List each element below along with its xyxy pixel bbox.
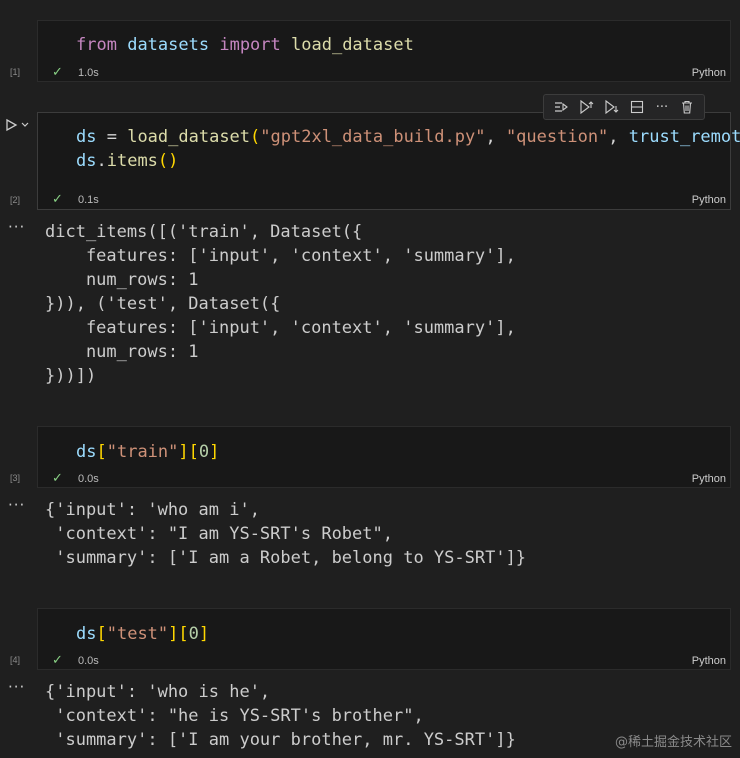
- code-token: "gpt2xl_data_build.py": [260, 127, 486, 147]
- cell-4-code[interactable]: ds["test"][0]: [76, 622, 209, 646]
- code-token: ds: [76, 151, 97, 171]
- output-line: 'summary': ['I am your brother, mr. YS-S…: [45, 730, 516, 750]
- output-line: })), ('test', Dataset({: [45, 294, 281, 314]
- code-token: trust_remote_: [628, 127, 740, 147]
- code-token: 0: [188, 624, 199, 644]
- code-token: from: [76, 35, 117, 55]
- code-line[interactable]: ds = load_dataset("gpt2xl_data_build.py"…: [76, 125, 740, 149]
- output-line: {'input': 'who am i',: [45, 500, 260, 520]
- execution-count: [3]: [10, 473, 21, 483]
- split-cell-icon[interactable]: [627, 97, 647, 117]
- code-token: ds: [76, 127, 97, 147]
- code-line[interactable]: from datasets import load_dataset: [76, 33, 414, 57]
- output-line: 'summary': ['I am a Robet, belong to YS-…: [45, 548, 527, 568]
- output-line: {'input': 'who is he',: [45, 682, 271, 702]
- code-token: import: [219, 35, 281, 55]
- language-label[interactable]: Python: [692, 655, 726, 667]
- output-line: num_rows: 1: [45, 342, 199, 362]
- execution-count: [4]: [10, 655, 21, 665]
- code-token: ]: [209, 442, 220, 462]
- chevron-down-icon[interactable]: [20, 120, 30, 130]
- code-token: [: [178, 624, 189, 644]
- play-icon[interactable]: [4, 118, 18, 132]
- output-menu-icon[interactable]: ···: [8, 218, 25, 236]
- output-line: features: ['input', 'context', 'summary'…: [45, 246, 516, 266]
- language-label[interactable]: Python: [692, 67, 726, 79]
- cell-4-output: {'input': 'who is he', 'context': "he is…: [45, 680, 516, 752]
- language-label[interactable]: Python: [692, 194, 726, 206]
- cell-toolbar: ···: [543, 94, 705, 120]
- cell-1-code[interactable]: from datasets import load_dataset: [76, 33, 414, 57]
- code-token: ]: [198, 624, 210, 644]
- code-token: (: [250, 127, 261, 147]
- code-token: "train": [106, 442, 179, 462]
- delete-cell-icon[interactable]: [677, 97, 697, 117]
- success-check-icon: ✓: [52, 192, 63, 207]
- execution-time: 0.1s: [78, 194, 99, 206]
- output-menu-icon[interactable]: ···: [8, 496, 25, 514]
- code-token: "question": [505, 127, 609, 147]
- code-token: (): [157, 151, 179, 171]
- execution-time: 0.0s: [78, 655, 99, 667]
- code-token: datasets: [127, 35, 210, 55]
- code-cell-4[interactable]: ds["test"][0] ✓ 0.0s Python: [37, 608, 731, 670]
- code-token: load_dataset: [291, 35, 414, 55]
- code-cell-1[interactable]: from datasets import load_dataset ✓ 1.0s…: [37, 20, 731, 82]
- code-token: ds: [76, 624, 97, 644]
- success-check-icon: ✓: [52, 65, 63, 80]
- cell-2-output: dict_items([('train', Dataset({ features…: [45, 220, 516, 388]
- watermark: @稀土掘金技术社区: [614, 735, 732, 750]
- code-token: 0: [198, 442, 210, 462]
- success-check-icon: ✓: [52, 653, 63, 668]
- code-token: [: [188, 442, 199, 462]
- code-token: load_dataset: [127, 127, 251, 147]
- cell-2-code[interactable]: ds = load_dataset("gpt2xl_data_build.py"…: [76, 125, 740, 173]
- run-cell-button[interactable]: [4, 117, 34, 133]
- execute-above-icon[interactable]: [576, 97, 596, 117]
- code-token: ]: [168, 624, 179, 644]
- output-line: dict_items([('train', Dataset({: [45, 222, 363, 242]
- execute-below-icon[interactable]: [601, 97, 621, 117]
- output-line: num_rows: 1: [45, 270, 199, 290]
- code-cell-2[interactable]: ds = load_dataset("gpt2xl_data_build.py"…: [37, 112, 740, 210]
- code-token: ]: [178, 442, 189, 462]
- output-menu-icon[interactable]: ···: [8, 678, 25, 696]
- more-actions-icon[interactable]: ···: [652, 97, 672, 117]
- code-line[interactable]: ds["test"][0]: [76, 622, 209, 646]
- output-line: features: ['input', 'context', 'summary'…: [45, 318, 516, 338]
- code-token: items: [106, 151, 158, 171]
- output-line: }))]): [45, 366, 97, 386]
- code-token: [: [96, 624, 107, 644]
- output-line: 'context': "he is YS-SRT's brother",: [45, 706, 424, 726]
- output-line: 'context': "I am YS-SRT's Robet",: [45, 524, 393, 544]
- code-cell-3[interactable]: ds["train"][0] ✓ 0.0s Python: [37, 426, 731, 488]
- execution-time: 0.0s: [78, 473, 99, 485]
- success-check-icon: ✓: [52, 471, 63, 486]
- execution-count: [2]: [10, 195, 21, 205]
- execution-count: [1]: [10, 67, 21, 77]
- code-token: [: [96, 442, 107, 462]
- code-token: "test": [106, 624, 169, 644]
- code-line[interactable]: ds.items(): [76, 149, 740, 173]
- code-token: =: [96, 127, 128, 147]
- code-line[interactable]: ds["train"][0]: [76, 440, 219, 464]
- run-by-line-icon[interactable]: [551, 97, 571, 117]
- language-label[interactable]: Python: [692, 473, 726, 485]
- code-token: ,: [608, 127, 629, 147]
- code-token: ,: [485, 127, 506, 147]
- code-token: ds: [76, 442, 97, 462]
- execution-time: 1.0s: [78, 67, 99, 79]
- cell-3-code[interactable]: ds["train"][0]: [76, 440, 219, 464]
- cell-3-output: {'input': 'who am i', 'context': "I am Y…: [45, 498, 526, 570]
- code-token: .: [96, 151, 107, 171]
